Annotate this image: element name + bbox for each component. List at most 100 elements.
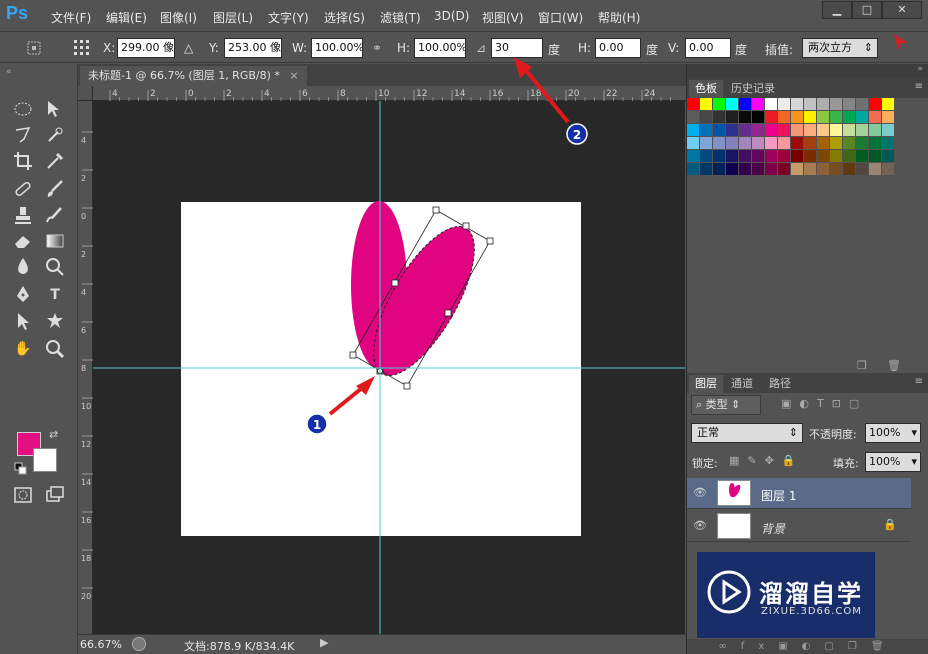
close-button[interactable]: ✕ (882, 1, 922, 19)
swatch[interactable] (687, 163, 699, 175)
status-menu-arrow-icon[interactable]: ▶ (320, 636, 328, 649)
swatch[interactable] (765, 163, 777, 175)
fill-field[interactable]: 100% ▾ (865, 452, 921, 472)
layer-row-background[interactable]: 👁 背景 🔒 (687, 511, 911, 542)
swatch[interactable] (713, 124, 725, 136)
swatch[interactable] (726, 111, 738, 123)
delete-swatch-icon[interactable]: 🗑 (887, 359, 901, 372)
swatch[interactable] (817, 98, 829, 110)
swatch[interactable] (882, 111, 894, 123)
swatch[interactable] (791, 163, 803, 175)
swatch[interactable] (687, 124, 699, 136)
swatch[interactable] (700, 163, 712, 175)
menu-item-0[interactable]: 文件(F) (51, 9, 91, 26)
canvas-area[interactable]: 1 (93, 101, 685, 634)
pen-tool-icon[interactable] (12, 284, 34, 306)
link-icon[interactable]: ⚭ (372, 41, 382, 55)
status-info-icon[interactable] (132, 637, 146, 651)
zoom-level[interactable]: 66.67% (80, 638, 122, 651)
swatch[interactable] (778, 124, 790, 136)
layers-footer-icons[interactable]: ∞fx▣◐▢❐🗑 (687, 639, 928, 654)
swatch[interactable] (700, 111, 712, 123)
tab-channels[interactable]: 通道 (725, 375, 759, 393)
gradient-tool-icon[interactable] (44, 230, 66, 252)
swatch[interactable] (843, 163, 855, 175)
menu-item-7[interactable]: 3D(D) (434, 9, 469, 23)
screen-mode-icon[interactable] (44, 484, 66, 506)
swatch[interactable] (830, 137, 842, 149)
quick-mask-icon[interactable] (12, 484, 34, 506)
swatch[interactable] (869, 124, 881, 136)
swatch[interactable] (726, 150, 738, 162)
swatch[interactable] (726, 163, 738, 175)
swatch[interactable] (843, 124, 855, 136)
swatch[interactable] (869, 111, 881, 123)
layer-name[interactable]: 背景 (761, 520, 785, 537)
swatch[interactable] (843, 111, 855, 123)
swatch[interactable] (713, 137, 725, 149)
swatch[interactable] (804, 163, 816, 175)
swatch[interactable] (752, 124, 764, 136)
menu-item-3[interactable]: 图层(L) (213, 9, 253, 26)
swatch[interactable] (791, 150, 803, 162)
swatch[interactable] (765, 137, 777, 149)
swatch[interactable] (804, 137, 816, 149)
zoom-tool-icon[interactable] (44, 338, 66, 360)
swatch[interactable] (687, 111, 699, 123)
tab-swatches[interactable]: 色板 (689, 80, 723, 98)
x-position-field[interactable]: 299.00 像 (117, 38, 175, 58)
crop-tool-icon[interactable] (12, 150, 34, 172)
swatch[interactable] (739, 163, 751, 175)
swatch[interactable] (713, 163, 725, 175)
menu-item-9[interactable]: 窗口(W) (538, 9, 583, 26)
swatch[interactable] (726, 98, 738, 110)
swatch[interactable] (882, 163, 894, 175)
swatch[interactable] (830, 150, 842, 162)
ruler-origin[interactable] (78, 86, 93, 101)
swatch[interactable] (856, 124, 868, 136)
swatch[interactable] (856, 150, 868, 162)
swatch[interactable] (752, 137, 764, 149)
swatch[interactable] (713, 150, 725, 162)
swatch[interactable] (687, 98, 699, 110)
swatch[interactable] (713, 98, 725, 110)
blend-mode-select[interactable]: 正常 ⇕ (691, 423, 803, 443)
healing-brush-icon[interactable] (12, 178, 34, 200)
chevron-down-icon[interactable]: ▾ (911, 424, 917, 442)
new-swatch-icon[interactable]: ❐ (857, 359, 867, 372)
swatch[interactable] (817, 150, 829, 162)
swatch[interactable] (765, 124, 777, 136)
menu-item-4[interactable]: 文字(Y) (268, 9, 309, 26)
type-tool-icon[interactable]: T (44, 284, 66, 306)
swatch[interactable] (687, 137, 699, 149)
hand-tool-icon[interactable]: ✋ (12, 338, 34, 360)
tab-layers[interactable]: 图层 (689, 375, 723, 393)
layer-row-layer1[interactable]: 👁 图层 1 (687, 478, 911, 509)
eyedropper-icon[interactable] (44, 150, 66, 172)
swatch[interactable] (765, 150, 777, 162)
swatch[interactable] (856, 111, 868, 123)
swatch[interactable] (882, 137, 894, 149)
swatch[interactable] (778, 98, 790, 110)
close-tab-icon[interactable]: × (289, 69, 298, 82)
menu-item-10[interactable]: 帮助(H) (598, 9, 640, 26)
lock-icons[interactable]: ▦✎✥🔒 (729, 454, 804, 467)
menu-item-5[interactable]: 选择(S) (324, 9, 365, 26)
swatch[interactable] (804, 124, 816, 136)
swatch[interactable] (791, 111, 803, 123)
blur-tool-icon[interactable] (12, 256, 34, 278)
swatch[interactable] (739, 124, 751, 136)
swap-colors-icon[interactable]: ⇄ (49, 428, 58, 441)
swatch[interactable] (752, 150, 764, 162)
swatch[interactable] (765, 111, 777, 123)
default-colors-icon[interactable] (14, 462, 28, 476)
clone-stamp-icon[interactable] (12, 204, 34, 226)
swatch[interactable] (882, 150, 894, 162)
visibility-eye-icon[interactable]: 👁 (690, 483, 710, 503)
eraser-icon[interactable] (12, 230, 34, 252)
swatch[interactable] (778, 150, 790, 162)
swatch[interactable] (700, 124, 712, 136)
swatch[interactable] (869, 163, 881, 175)
swatch[interactable] (739, 150, 751, 162)
opacity-field[interactable]: 100% ▾ (865, 423, 921, 443)
